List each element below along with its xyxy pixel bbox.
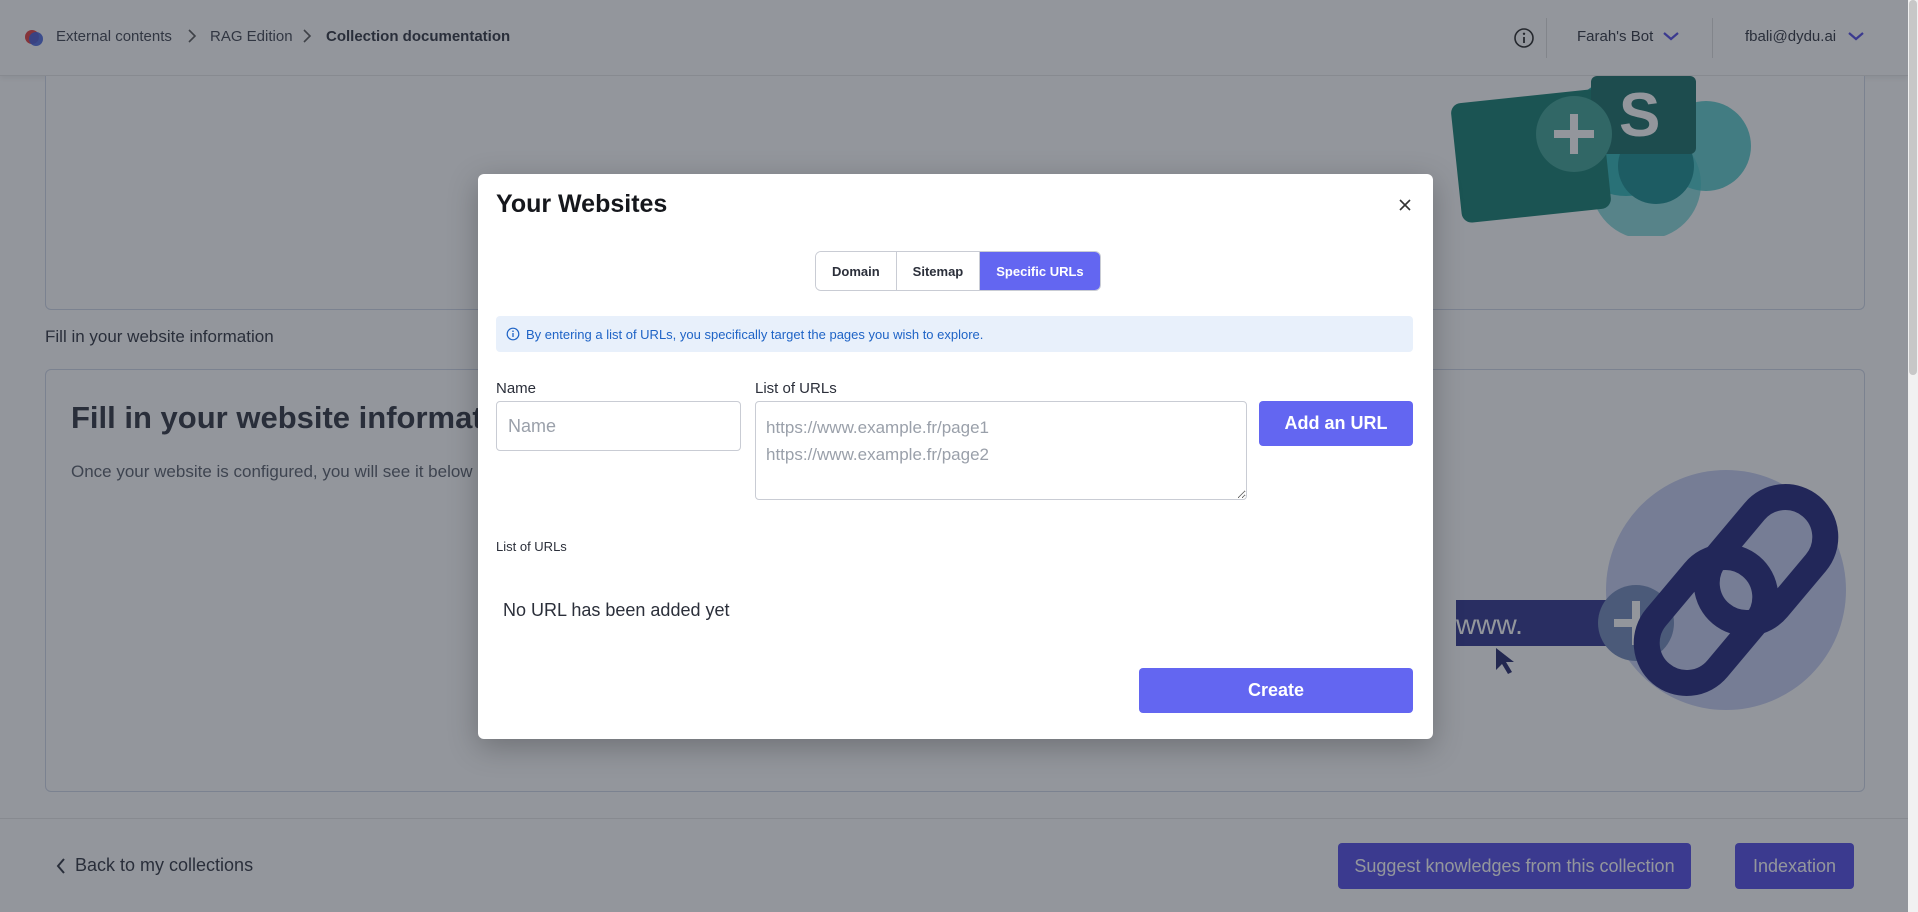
- add-url-button[interactable]: Add an URL: [1259, 401, 1413, 446]
- info-icon: [506, 327, 520, 341]
- info-text: By entering a list of URLs, you specific…: [526, 326, 984, 342]
- tab-sitemap[interactable]: Sitemap: [896, 252, 981, 290]
- info-banner: By entering a list of URLs, you specific…: [496, 316, 1413, 352]
- modal-title: Your Websites: [496, 190, 668, 218]
- empty-url-list-message: No URL has been added yet: [503, 600, 730, 620]
- urls-textarea[interactable]: [755, 401, 1247, 500]
- tab-specific-urls[interactable]: Specific URLs: [980, 252, 1100, 290]
- url-list-heading: List of URLs: [496, 539, 567, 554]
- scrollbar-thumb[interactable]: [1909, 0, 1917, 375]
- source-type-tabs: Domain Sitemap Specific URLs: [815, 251, 1101, 291]
- websites-modal: Your Websites Domain Sitemap Specific UR…: [478, 174, 1433, 739]
- name-input[interactable]: [496, 401, 741, 451]
- tab-domain[interactable]: Domain: [816, 252, 897, 290]
- name-label: Name: [496, 380, 537, 397]
- close-icon[interactable]: [1398, 198, 1412, 212]
- urls-label: List of URLs: [755, 380, 837, 397]
- create-button[interactable]: Create: [1139, 668, 1413, 713]
